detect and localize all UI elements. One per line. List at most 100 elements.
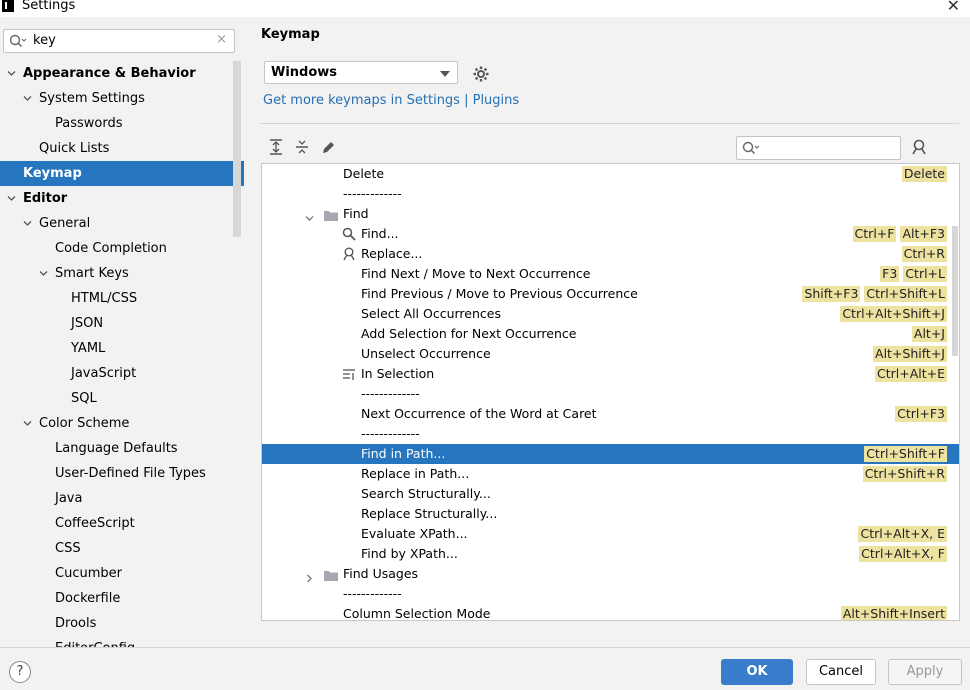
keymap-action-row[interactable]: Replace Structurally... [262,504,959,524]
shortcut-badge: Alt+F3 [900,226,947,242]
sidebar-item-label: CSS [55,541,81,556]
keymap-group-row[interactable]: Find [262,204,959,224]
sidebar-item[interactable]: Smart Keys [0,261,244,286]
search-icon [9,34,27,52]
sidebar-item[interactable]: System Settings [0,86,244,111]
keymap-action-row[interactable]: ------------- [262,424,959,444]
sidebar-item-label: SQL [71,391,97,406]
sidebar-item[interactable]: General [0,211,244,236]
sidebar-item[interactable]: JSON [0,311,244,336]
keymap-action-row[interactable]: Find in Path... Ctrl+Shift+F [262,444,959,464]
sidebar-item[interactable]: JavaScript [0,361,244,386]
keymap-action-tree[interactable]: Column Selection Mode Alt+Shift+Insert ---… [261,163,960,621]
action-label: In Selection [361,366,435,381]
keymap-action-row[interactable]: In Selection Ctrl+Alt+E [262,364,959,384]
expand-all-icon[interactable] [269,139,283,159]
shortcut-list: Ctrl+Alt+Shift+J [840,304,947,322]
collapse-all-icon[interactable] [295,139,309,159]
settings-search-input[interactable]: key × [3,29,235,53]
sidebar-item[interactable]: CSS [0,536,244,561]
keymap-action-row[interactable]: Add Selection for Next Occurrence Alt+J [262,324,959,344]
action-label: Delete [343,166,385,181]
sidebar-scrollbar[interactable] [233,61,241,237]
sidebar-item-label: Drools [55,616,97,631]
sidebar-item[interactable]: Passwords [0,111,244,136]
sidebar-item-label: Keymap [23,166,82,181]
keymap-action-row[interactable]: Search Structurally... [262,484,959,504]
sidebar-item[interactable]: Code Completion [0,236,244,261]
sidebar-item-label: JSON [71,316,104,331]
sidebar-item[interactable]: CoffeeScript [0,511,244,536]
keymap-action-row[interactable]: Replace... Ctrl+R [262,244,959,264]
keymap-action-row[interactable]: ------------- [262,584,959,604]
shortcut-badge: Ctrl+F3 [895,406,947,422]
chevron-down-icon[interactable] [23,419,32,427]
edit-pencil-icon[interactable] [321,139,335,159]
action-label: Find [343,206,369,221]
close-icon[interactable]: ✕ [947,0,960,15]
keymap-action-row[interactable]: Find Previous / Move to Previous Occurre… [262,284,959,304]
sidebar-item[interactable]: SQL [0,386,244,411]
sidebar-item-label: Quick Lists [39,141,110,156]
shortcut-badge: Alt+Shift+J [873,346,947,362]
shortcut-list: F3 Ctrl+L [880,264,947,282]
sidebar-item[interactable]: User-Defined File Types [0,461,244,486]
keymap-action-row[interactable]: Find... Ctrl+F Alt+F3 [262,224,959,244]
list-scrollbar[interactable] [952,226,958,356]
sidebar-item[interactable]: Language Defaults [0,436,244,461]
sidebar-item[interactable]: Color Scheme [0,411,244,436]
sidebar-item-label: Editor [23,191,68,206]
shortcut-badge: Ctrl+Alt+E [874,366,947,382]
action-label: Replace in Path... [361,466,470,481]
chevron-down-icon[interactable] [39,269,48,277]
get-more-keymaps-link[interactable]: Get more keymaps in Settings | Plugins [263,93,519,108]
keymap-action-row[interactable]: Replace in Path... Ctrl+Shift+R [262,464,959,484]
sidebar-item[interactable]: Drools [0,611,244,636]
chevron-down-icon[interactable] [7,69,16,77]
shortcut-list: Ctrl+Alt+X, E [858,524,947,542]
keymap-select-value: Windows [271,65,338,80]
shortcut-badge: Ctrl+Alt+X, F [859,546,947,562]
keymap-action-row[interactable]: Find by XPath... Ctrl+Alt+X, F [262,544,959,564]
sidebar-item[interactable]: Appearance & Behavior [0,61,244,86]
sidebar-item[interactable]: HTML/CSS [0,286,244,311]
keymap-group-row[interactable]: Find Usages [262,564,959,584]
sidebar-item[interactable]: Keymap [0,161,244,186]
action-label: ------------- [343,186,402,201]
keymap-action-row[interactable]: Next Occurrence of the Word at Caret Ctrl… [262,404,959,424]
chevron-down-icon[interactable] [7,194,16,202]
sidebar-item[interactable]: Dockerfile [0,586,244,611]
find-by-shortcut-icon[interactable] [911,139,927,159]
gear-icon[interactable] [472,65,490,87]
clear-search-icon[interactable]: × [216,32,227,47]
apply-button[interactable]: Apply [888,659,962,685]
keymap-action-row[interactable]: ------------- [262,384,959,404]
keymap-action-row[interactable]: Select All Occurrences Ctrl+Alt+Shift+J [262,304,959,324]
chevron-down-icon[interactable] [305,210,314,221]
cancel-button[interactable]: Cancel [806,659,876,685]
chevron-down-icon[interactable] [23,219,32,227]
shortcut-list: Ctrl+Alt+E [874,364,947,382]
keymap-action-row[interactable]: Find Next / Move to Next Occurrence F3 Ctr… [262,264,959,284]
sidebar-item-label: Cucumber [55,566,122,581]
sidebar-item[interactable]: Quick Lists [0,136,244,161]
app-logo-icon [2,0,14,12]
keymap-action-row[interactable]: Delete Delete [262,164,959,184]
sidebar-item[interactable]: EditorConfig [0,636,244,647]
keymap-action-row[interactable]: Evaluate XPath... Ctrl+Alt+X, E [262,524,959,544]
keymap-action-row[interactable]: ------------- [262,184,959,204]
sidebar-item[interactable]: Editor [0,186,244,211]
sidebar-item[interactable]: Java [0,486,244,511]
title-bar: Settings ✕ [0,0,970,17]
sidebar-item[interactable]: YAML [0,336,244,361]
keymap-select[interactable]: Windows [264,61,458,84]
chevron-down-icon[interactable] [23,94,32,102]
sidebar-item[interactable]: Cucumber [0,561,244,586]
keymap-search-input[interactable] [736,136,901,160]
ok-button[interactable]: OK [721,659,793,685]
keymap-action-row[interactable]: Column Selection Mode Alt+Shift+Insert [262,604,959,620]
keymap-action-row[interactable]: Unselect Occurrence Alt+Shift+J [262,344,959,364]
sidebar-item-label: User-Defined File Types [55,466,206,481]
chevron-right-icon[interactable] [305,570,314,583]
help-button[interactable]: ? [9,661,31,683]
